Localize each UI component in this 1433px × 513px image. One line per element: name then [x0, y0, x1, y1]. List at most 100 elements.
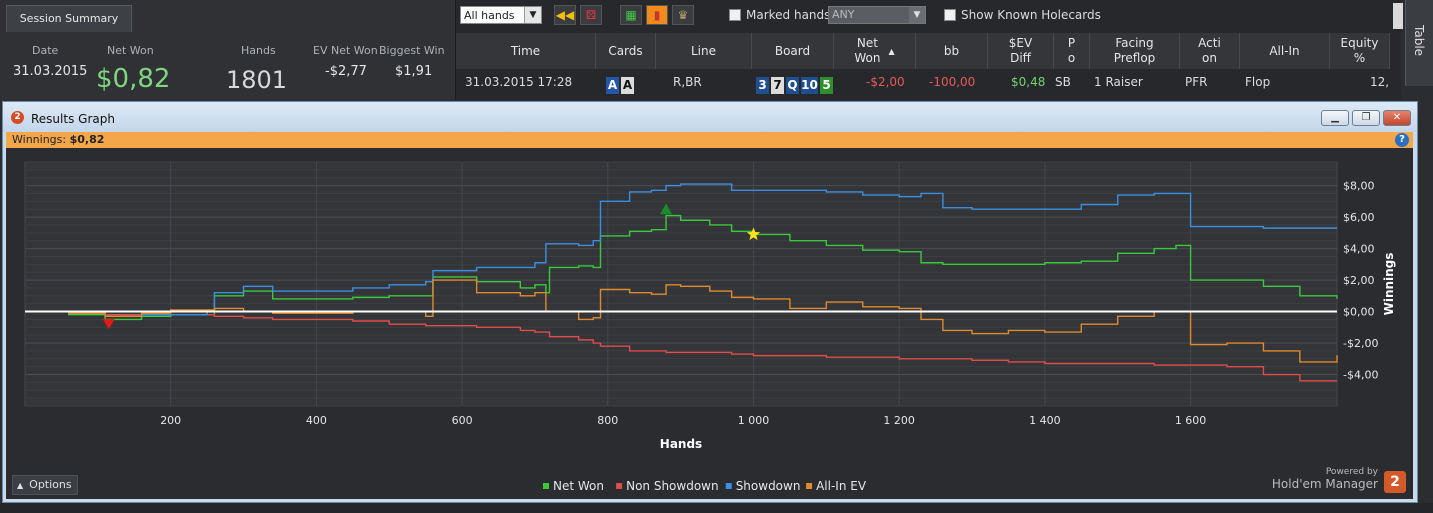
- col-board[interactable]: Board: [752, 33, 834, 69]
- legend-swatch: [616, 483, 623, 489]
- marked-hands-label: Marked hands: [746, 8, 831, 22]
- col-facing-preflop[interactable]: Facing Preflop: [1090, 33, 1180, 69]
- bottom-strip: [0, 503, 1433, 513]
- marked-hands-value: ANY: [832, 8, 855, 21]
- y-tick-label: -$4,00: [1343, 369, 1378, 382]
- tab-table[interactable]: Table: [1405, 0, 1433, 86]
- y-tick-label: $0,00: [1343, 306, 1375, 319]
- x-tick-label: 400: [306, 414, 327, 427]
- x-tick-label: 200: [160, 414, 181, 427]
- x-axis-title: Hands: [660, 437, 702, 451]
- header-net-won: Net Won: [107, 44, 154, 57]
- header-hands: Hands: [241, 44, 276, 57]
- hole-card: A: [606, 77, 619, 94]
- cell-action: PFR: [1185, 75, 1208, 89]
- dice-icon[interactable]: ⚄: [580, 5, 602, 25]
- board-card: Q: [786, 77, 799, 94]
- cell-time: 31.03.2015 17:28: [465, 75, 573, 89]
- header-biggest-win: Biggest Win: [379, 44, 445, 57]
- show-known-holecards-checkbox[interactable]: [944, 9, 956, 21]
- col-allin[interactable]: All-In: [1240, 33, 1330, 69]
- cell-line: R,BR: [673, 75, 702, 89]
- value-date: 31.03.2015: [13, 64, 88, 79]
- hm2-logo-icon: 2: [11, 111, 24, 124]
- winnings-label: Winnings:: [12, 133, 67, 146]
- maximize-button[interactable]: ❐: [1352, 110, 1380, 126]
- x-tick-label: 1 200: [883, 414, 915, 427]
- plot-area: [24, 161, 1338, 407]
- col-line[interactable]: Line: [656, 33, 752, 69]
- legend-label: Showdown: [736, 479, 801, 493]
- y-tick-label: -$2,00: [1343, 337, 1378, 350]
- results-chart: $8,00 $6,00 $4,00 $2,00 $0,00 -$2,00 -$4,00 200…: [24, 161, 1396, 493]
- header-date: Date: [32, 44, 59, 57]
- cell-cards: AA: [606, 77, 636, 94]
- x-tick-label: 1 400: [1029, 414, 1061, 427]
- chevron-down-icon: ▼: [524, 7, 541, 23]
- x-tick-label: 600: [452, 414, 473, 427]
- grid-scrollbar[interactable]: [1393, 3, 1403, 29]
- show-known-holecards-label: Show Known Holecards: [961, 8, 1101, 22]
- cell-net-won: -$2,00: [866, 75, 905, 89]
- y-tick-label: $8,00: [1343, 180, 1375, 193]
- holdem-manager-logo-icon: 2: [1384, 471, 1406, 493]
- help-icon[interactable]: ?: [1395, 133, 1409, 147]
- marked-hands-select[interactable]: ANY ▼: [828, 6, 926, 24]
- cell-position: SB: [1055, 75, 1071, 89]
- hand-filter-value: All hands: [464, 9, 515, 22]
- winnings-value: $0,82: [69, 133, 105, 146]
- grid-toolbar: All hands ▼ ◀◀ ⚄ ▦ ▮ ♛ Marked hands ANY …: [456, 4, 1401, 28]
- graph-body: $8,00 $6,00 $4,00 $2,00 $0,00 -$2,00 -$4,00 200…: [6, 148, 1413, 499]
- results-graph-window: 2 Results Graph ▁ ❐ ✕ Winnings: $0,82 ? …: [2, 101, 1418, 503]
- legend-swatch: [806, 483, 813, 489]
- cell-board: 3 7 Q 10 5: [756, 77, 835, 94]
- col-bb[interactable]: bb: [916, 33, 988, 69]
- options-button[interactable]: ▲ Options: [12, 475, 78, 495]
- board-card: 10: [801, 77, 818, 94]
- value-ev-net-won: -$2,77: [325, 64, 367, 79]
- x-tick-label: 1 000: [738, 414, 770, 427]
- y-axis-title: Winnings: [1382, 253, 1396, 316]
- sort-asc-icon: ▲: [888, 46, 895, 56]
- board-card: 3: [756, 77, 769, 94]
- cell-ev-diff: $0,48: [1011, 75, 1046, 89]
- col-net-won[interactable]: Net Won ▲: [834, 33, 916, 69]
- window-titlebar[interactable]: 2 Results Graph ▁ ❐ ✕: [3, 102, 1417, 132]
- x-tick-label: 800: [597, 414, 618, 427]
- col-action[interactable]: Acti on: [1180, 33, 1240, 69]
- cell-equity: 12,: [1370, 75, 1390, 89]
- col-time[interactable]: Time: [456, 33, 596, 69]
- minimize-button[interactable]: ▁: [1321, 110, 1349, 126]
- cell-facing: 1 Raiser: [1094, 75, 1143, 89]
- winnings-strip: Winnings: $0,82 ?: [6, 132, 1413, 148]
- y-tick-label: $4,00: [1343, 243, 1375, 256]
- tab-session-summary[interactable]: Session Summary: [6, 5, 132, 32]
- x-tick-label: 1 600: [1175, 414, 1207, 427]
- bar-chart-icon[interactable]: ▮: [646, 5, 668, 25]
- powered-by: Powered by Hold'em Manager: [1271, 467, 1378, 491]
- value-net-won: $0,82: [96, 64, 171, 94]
- col-position[interactable]: P o: [1054, 33, 1090, 69]
- hand-filter-select[interactable]: All hands ▼: [460, 6, 542, 24]
- y-tick-label: $6,00: [1343, 211, 1375, 224]
- hands-grid: All hands ▼ ◀◀ ⚄ ▦ ▮ ♛ Marked hands ANY …: [456, 0, 1401, 100]
- board-card: 5: [820, 77, 833, 94]
- col-ev-diff[interactable]: $EV Diff: [988, 33, 1054, 69]
- header-ev-net-won: EV Net Won: [313, 44, 378, 57]
- value-hands: 1801: [226, 66, 288, 94]
- hole-card: A: [621, 77, 634, 94]
- marked-hands-checkbox[interactable]: [729, 9, 741, 21]
- trophy-icon[interactable]: ♛: [672, 5, 694, 25]
- rewind-icon[interactable]: ◀◀: [554, 5, 576, 25]
- session-summary-panel: Session Summary Date Net Won Hands EV Ne…: [0, 0, 456, 100]
- grid-matrix-icon[interactable]: ▦: [620, 5, 642, 25]
- y-tick-label: $2,00: [1343, 274, 1375, 287]
- close-button[interactable]: ✕: [1383, 110, 1411, 126]
- col-equity[interactable]: Equity %: [1330, 33, 1390, 69]
- window-title: Results Graph: [31, 112, 115, 126]
- legend-swatch: [543, 483, 549, 489]
- legend-label: Non Showdown: [626, 479, 719, 493]
- chevron-up-icon: ▲: [17, 481, 24, 490]
- chevron-down-icon: ▼: [909, 7, 925, 23]
- col-cards[interactable]: Cards: [596, 33, 656, 69]
